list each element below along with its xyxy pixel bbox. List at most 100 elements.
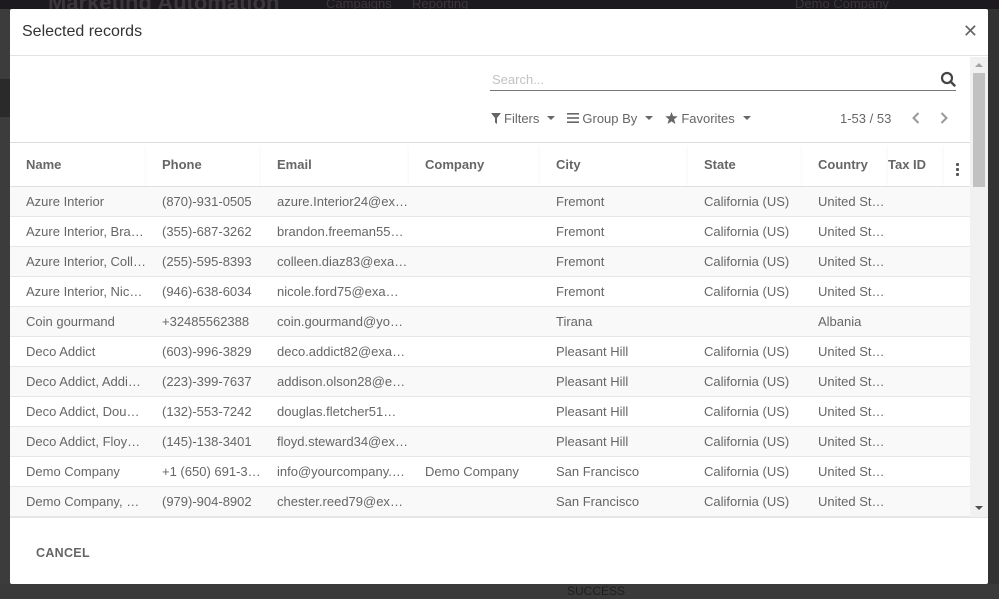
cell-tax-id [888, 246, 944, 277]
cell-name: Deco Addict [10, 336, 146, 367]
table-row[interactable]: Deco Addict, Dougla… (132)-553-7242 dougla… [10, 396, 970, 427]
column-header-name[interactable]: Name [10, 144, 146, 187]
cell-city: San Francisco [540, 456, 688, 487]
cell-state: California (US) [688, 246, 802, 277]
caret-down-icon [742, 116, 751, 120]
cell-state: California (US) [688, 366, 802, 397]
cell-phone: (870)-931-0505 [146, 186, 261, 217]
cell-city: Fremont [540, 246, 688, 277]
caret-down-icon [645, 116, 654, 120]
cell-state: California (US) [688, 396, 802, 427]
background-menu-reporting: Reporting [412, 0, 469, 9]
cell-state: California (US) [688, 456, 802, 487]
search-icon[interactable] [940, 71, 956, 87]
selected-records-dialog: Selected records ✕ Filters [10, 9, 988, 584]
scrollbar[interactable] [970, 57, 988, 517]
table-row[interactable]: Coin gourmand +32485562388 coin.gourmand@y… [10, 306, 970, 337]
close-button[interactable]: ✕ [963, 22, 978, 40]
cell-city: Pleasant Hill [540, 426, 688, 457]
cell-spacer [944, 456, 970, 487]
cell-state: California (US) [688, 336, 802, 367]
cell-company [409, 276, 540, 307]
background-sidebar [0, 9, 10, 599]
scrollbar-thumb[interactable] [973, 73, 985, 187]
cell-state: California (US) [688, 276, 802, 307]
favorites-dropdown[interactable]: Favorites [665, 111, 751, 126]
optional-columns-toggle[interactable] [944, 144, 970, 187]
table-row[interactable]: Deco Addict (603)-996-3829 deco.addict82@e… [10, 336, 970, 367]
cell-company [409, 486, 540, 517]
cell-tax-id [888, 456, 944, 487]
cell-tax-id [888, 486, 944, 517]
column-header-country[interactable]: Country [802, 144, 888, 187]
cell-company [409, 396, 540, 427]
cell-name: Coin gourmand [10, 306, 146, 337]
kebab-menu-icon [955, 162, 959, 176]
column-header-phone[interactable]: Phone [146, 144, 261, 187]
groupby-dropdown[interactable]: Group By [567, 111, 654, 126]
modal-title: Selected records [22, 23, 143, 40]
cell-city: Fremont [540, 216, 688, 247]
cell-spacer [944, 216, 970, 247]
cell-email: douglas.fletcher51@e… [261, 396, 409, 427]
cell-country: United States [802, 366, 888, 397]
cell-name: Deco Addict, Addiso… [10, 366, 146, 397]
cell-country: United States [802, 426, 888, 457]
table-row[interactable]: Azure Interior, Collee…(255)-595-8393col… [10, 246, 970, 277]
cell-phone: (145)-138-3401 [146, 426, 261, 457]
chevron-right-icon [941, 112, 949, 124]
cell-email: deco.addict82@exam… [261, 336, 409, 367]
table-row[interactable]: Demo Company, Ch… (979)-904-8902 chester.r… [10, 486, 970, 517]
table-row[interactable]: Azure Interior, Nicol… (946)-638-6034 nico… [10, 276, 970, 307]
cell-city: Fremont [540, 276, 688, 307]
background-company: Demo Company [795, 0, 889, 9]
cell-email: nicole.ford75@exampl… [261, 276, 409, 307]
column-header-tax-id[interactable]: Tax ID [888, 144, 944, 187]
pager-next-button[interactable] [935, 109, 953, 127]
cell-country: United States [802, 456, 888, 487]
cell-tax-id [888, 276, 944, 307]
filters-label: Filters [504, 110, 540, 126]
cell-name: Deco Addict, Dougla… [10, 396, 146, 427]
column-header-company[interactable]: Company [409, 144, 540, 187]
column-header-state[interactable]: State [688, 144, 802, 187]
cell-phone: (255)-595-8393 [146, 246, 261, 277]
cell-tax-id [888, 306, 944, 337]
cell-country: United States [802, 336, 888, 367]
pager-previous-button[interactable] [907, 109, 925, 127]
cell-country: United States [802, 276, 888, 307]
filters-dropdown[interactable]: Filters [491, 110, 556, 126]
column-header-email[interactable]: Email [261, 144, 409, 187]
table-row[interactable]: Deco Addict, Floyd S…(145)-138-3401floyd… [10, 426, 970, 457]
cell-company [409, 246, 540, 277]
cell-company [409, 216, 540, 247]
cell-company [409, 426, 540, 457]
cell-tax-id [888, 216, 944, 247]
close-icon: ✕ [962, 21, 978, 41]
star-icon [665, 112, 679, 124]
pager-value[interactable]: 1-53 / 53 [840, 111, 891, 126]
cell-email: floyd.steward34@exa… [261, 426, 409, 457]
table-row[interactable]: Azure Interior, Brand… (355)-687-3262 bran… [10, 216, 970, 247]
chevron-left-icon [912, 112, 920, 124]
cell-name: Azure Interior, Brand… [10, 216, 146, 247]
cell-city: San Francisco [540, 486, 688, 517]
background-menu-campaigns: Campaigns [326, 0, 392, 9]
cancel-button[interactable]: CANCEL [24, 542, 102, 564]
search-options: Filters Group By Favorites [491, 109, 751, 127]
scroll-up-arrow-icon[interactable] [975, 63, 983, 67]
column-header-city[interactable]: City [540, 144, 688, 187]
cell-spacer [944, 486, 970, 517]
table-row[interactable]: Demo Company +1 (650) 691-3277 info@yourco… [10, 456, 970, 487]
control-panel: Filters Group By Favorites [10, 57, 988, 143]
cell-tax-id [888, 186, 944, 217]
table-row[interactable]: Deco Addict, Addiso… (223)-399-7637 addiso… [10, 366, 970, 397]
cell-email: azure.Interior24@exa… [261, 186, 409, 217]
filter-icon [491, 112, 501, 124]
scroll-down-arrow-icon[interactable] [975, 506, 983, 510]
cell-email: coin.gourmand@your… [261, 306, 409, 337]
search-input[interactable] [492, 69, 922, 89]
cell-email: chester.reed79@exam… [261, 486, 409, 517]
table-row[interactable]: Azure Interior (870)-931-0505 azure.Interi… [10, 186, 970, 217]
cell-spacer [944, 246, 970, 277]
